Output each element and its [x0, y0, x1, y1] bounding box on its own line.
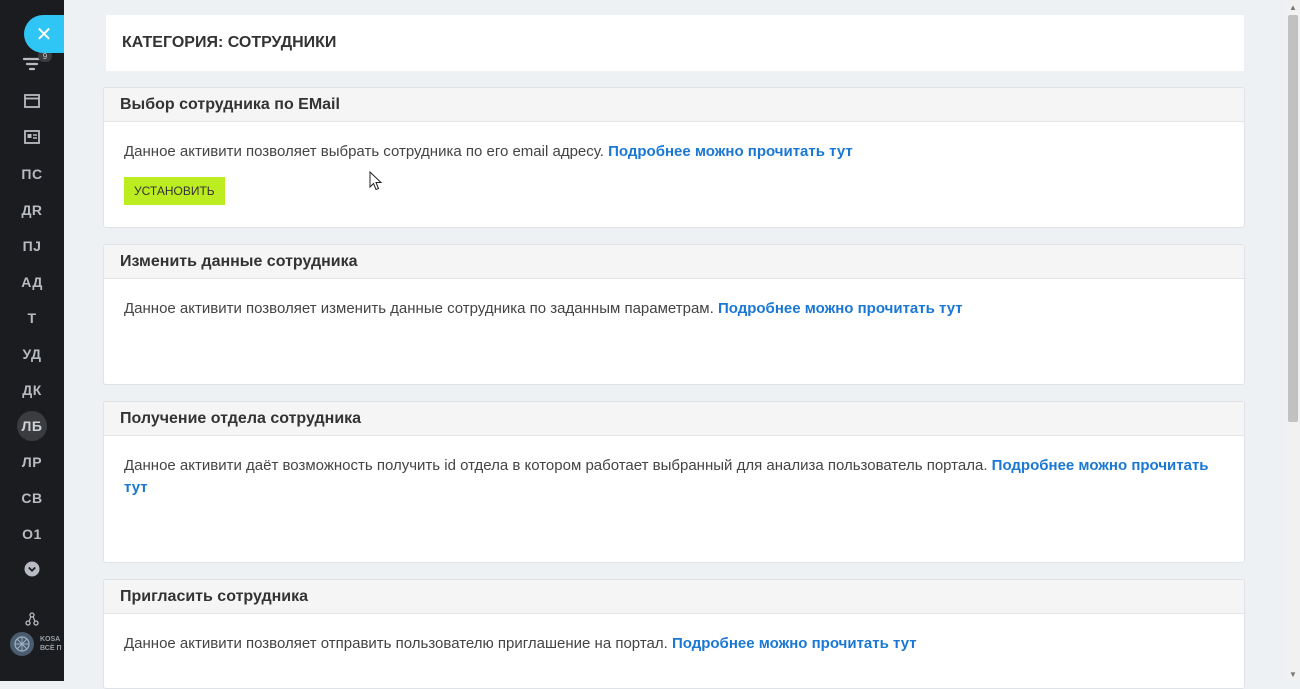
close-button[interactable]: ✕ — [24, 15, 64, 53]
vertical-scrollbar[interactable]: ▲ ▼ — [1286, 0, 1300, 681]
mouse-cursor-icon — [369, 170, 383, 196]
portal-switcher[interactable]: KOSA ВСЁ П — [10, 630, 64, 658]
card-title: Выбор сотрудника по EMail — [104, 88, 1244, 122]
scrollbar-thumb[interactable] — [1288, 15, 1298, 422]
sidebar-item-9[interactable]: СВ — [0, 483, 64, 513]
activity-card-department: Получение отдела сотрудника Данное актив… — [103, 401, 1245, 563]
sidebar-item-8[interactable]: ЛР — [0, 447, 64, 477]
sidebar-item-0[interactable]: ПС — [0, 159, 64, 189]
activity-card-invite: Пригласить сотрудника Данное активити по… — [103, 579, 1245, 689]
scroll-up-icon[interactable]: ▲ — [1286, 0, 1300, 14]
activity-card-edit: Изменить данные сотрудника Данное активи… — [103, 244, 1245, 385]
sidebar-item-1[interactable]: ДR — [0, 195, 64, 225]
sidebar-item-7[interactable]: ЛБ — [0, 411, 64, 441]
window-icon[interactable] — [0, 86, 64, 116]
sidebar-item-10[interactable]: О1 — [0, 519, 64, 549]
main-content: КАТЕГОРИЯ: СОТРУДНИКИ Выбор сотрудника п… — [64, 0, 1286, 689]
sidebar-item-3[interactable]: АД — [0, 267, 64, 297]
portal-name-line-1: KOSA — [40, 636, 61, 643]
filter-icon[interactable] — [0, 50, 64, 80]
read-more-link[interactable]: Подробнее можно прочитать тут — [718, 300, 963, 317]
card-description: Данное активити позволяет отправить поль… — [124, 635, 672, 652]
sidebar-item-4[interactable]: Т — [0, 303, 64, 333]
card-body: Данное активити даёт возможность получит… — [104, 436, 1244, 499]
card-body: Данное активити позволяет отправить поль… — [104, 614, 1244, 655]
activity-card-email: Выбор сотрудника по EMail Данное активит… — [103, 87, 1245, 228]
card-title: Изменить данные сотрудника — [104, 245, 1244, 279]
read-more-link[interactable]: Подробнее можно прочитать тут — [608, 143, 853, 160]
sidebar-item-2[interactable]: ПJ — [0, 231, 64, 261]
page-title: КАТЕГОРИЯ: СОТРУДНИКИ — [122, 34, 337, 51]
chevron-down-icon[interactable] — [0, 554, 64, 584]
scroll-down-icon[interactable]: ▼ — [1286, 667, 1300, 681]
card-description: Данное активити позволяет выбрать сотруд… — [124, 143, 609, 160]
card-description: Данное активити даёт возможность получит… — [124, 457, 992, 474]
left-sidebar: 9 ПС ДR ПJ АД Т УД ДК ЛБ ЛР СВ О1 KOSA В… — [0, 0, 64, 681]
card-body: Данное активити позволяет изменить данны… — [104, 279, 1244, 320]
card-title: Пригласить сотрудника — [104, 580, 1244, 614]
card-body: Данное активити позволяет выбрать сотруд… — [104, 122, 1244, 205]
card-description: Данное активити позволяет изменить данны… — [124, 300, 718, 317]
card-title: Получение отдела сотрудника — [104, 402, 1244, 436]
portal-name-line-2: ВСЁ П — [40, 645, 62, 652]
portal-logo-icon — [10, 632, 34, 656]
sidebar-item-6[interactable]: ДК — [0, 375, 64, 405]
sidebar-item-7-label: ЛБ — [17, 411, 47, 441]
sidebar-item-5[interactable]: УД — [0, 339, 64, 369]
portal-name: KOSA ВСЁ П — [40, 635, 62, 653]
install-button[interactable]: УСТАНОВИТЬ — [124, 177, 225, 205]
contact-card-icon[interactable] — [0, 122, 64, 152]
read-more-link[interactable]: Подробнее можно прочитать тут — [672, 635, 917, 652]
category-header: КАТЕГОРИЯ: СОТРУДНИКИ — [106, 15, 1244, 71]
